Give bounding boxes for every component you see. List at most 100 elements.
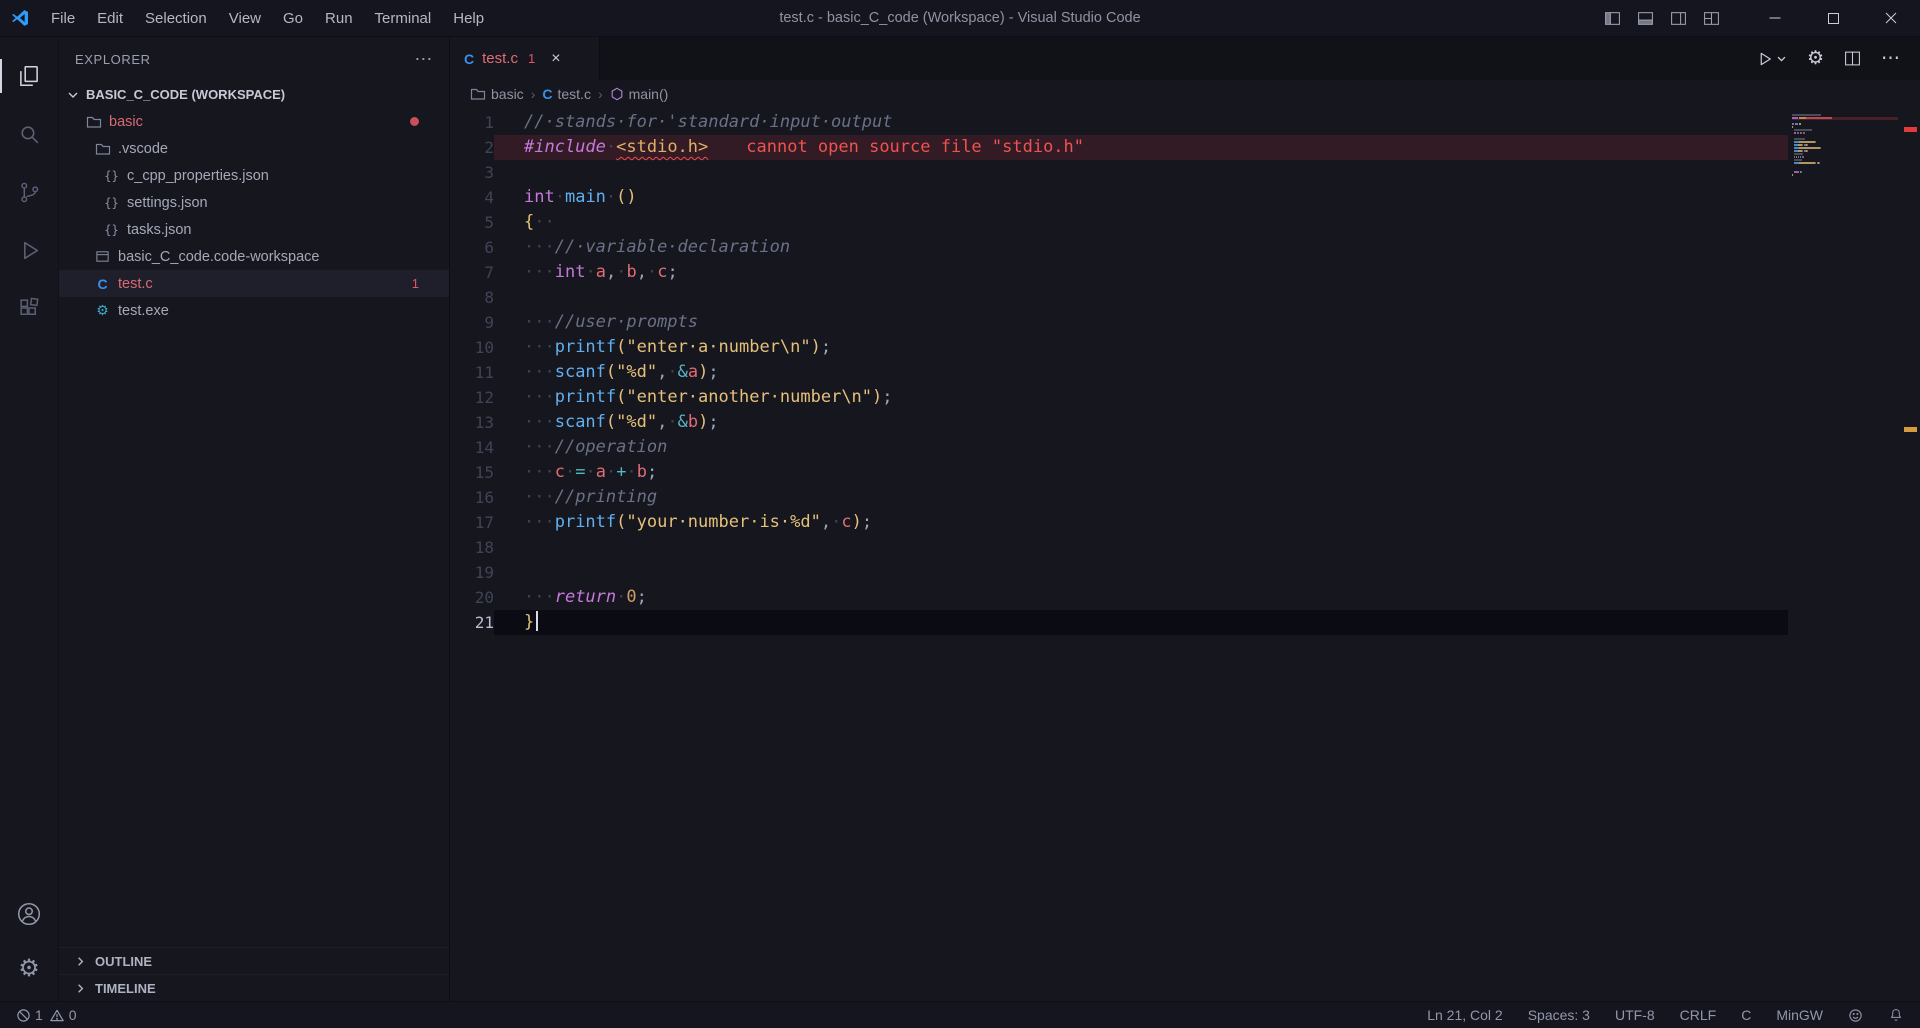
- code-line-21[interactable]: 21}: [450, 610, 1920, 635]
- toggle-panel-icon[interactable]: [1637, 10, 1654, 27]
- code-line-10[interactable]: 10···printf("enter·a·number\n");: [450, 335, 1920, 360]
- breadcrumb-testc[interactable]: Ctest.c: [542, 86, 591, 102]
- status-cursor-position[interactable]: Ln 21, Col 2: [1427, 1007, 1503, 1023]
- explorer-icon[interactable]: [0, 47, 58, 105]
- line-number: 19: [450, 560, 494, 585]
- code-line-16[interactable]: 16···//printing: [450, 485, 1920, 510]
- line-content: ···printf("your·number·is·%d",·c);: [494, 510, 1788, 535]
- code-line-8[interactable]: 8: [450, 285, 1920, 310]
- line-number: 13: [450, 410, 494, 435]
- panel-outline[interactable]: OUTLINE: [59, 947, 449, 974]
- views-more-actions-icon[interactable]: ⋯: [414, 49, 433, 70]
- split-editor-icon[interactable]: [1844, 50, 1861, 67]
- code-line-19[interactable]: 19: [450, 560, 1920, 585]
- tree-item-basic[interactable]: basic: [59, 108, 449, 135]
- status-indentation[interactable]: Spaces: 3: [1528, 1007, 1590, 1023]
- menu-go[interactable]: Go: [272, 0, 314, 36]
- line-number: 3: [450, 160, 494, 185]
- code-line-12[interactable]: 12···printf("enter·another·number\n");: [450, 385, 1920, 410]
- extensions-icon[interactable]: [0, 279, 58, 337]
- status-compiler[interactable]: MinGW: [1776, 1007, 1823, 1023]
- line-number: 1: [450, 110, 494, 135]
- folder-icon: [85, 114, 102, 130]
- menu-edit[interactable]: Edit: [86, 0, 134, 36]
- status-encoding[interactable]: UTF-8: [1615, 1007, 1655, 1023]
- close-tab-icon[interactable]: ×: [551, 50, 560, 68]
- tab-test-c[interactable]: C test.c 1 ×: [450, 37, 600, 80]
- sidebar-title: EXPLORER: [75, 52, 151, 67]
- menu-selection[interactable]: Selection: [134, 0, 218, 36]
- code-line-7[interactable]: 7···int·a,·b,·c;: [450, 260, 1920, 285]
- menu-view[interactable]: View: [218, 0, 272, 36]
- code-line-4[interactable]: 4int·main·(): [450, 185, 1920, 210]
- editor-group: C test.c 1 × ⚙ ⋯ basic›Ctest.c›main(): [450, 37, 1920, 1001]
- breadcrumb-main[interactable]: main(): [610, 86, 669, 102]
- line-number: 2: [450, 135, 494, 160]
- warning-count: 0: [69, 1007, 77, 1023]
- menu-run[interactable]: Run: [314, 0, 364, 36]
- code-line-13[interactable]: 13···scanf("%d",·&b);: [450, 410, 1920, 435]
- source-control-icon[interactable]: [0, 163, 58, 221]
- status-bar: 1 0 Ln 21, Col 2 Spaces: 3 UTF-8 CRLF C MinGW: [0, 1001, 1920, 1028]
- editor-more-actions-icon[interactable]: ⋯: [1881, 47, 1900, 70]
- menu-terminal[interactable]: Terminal: [364, 0, 443, 36]
- code-line-9[interactable]: 9···//user·prompts: [450, 310, 1920, 335]
- code-line-11[interactable]: 11···scanf("%d",·&a);: [450, 360, 1920, 385]
- settings-gear-icon[interactable]: ⚙: [18, 957, 40, 981]
- line-number: 16: [450, 485, 494, 510]
- tree-item-test.c[interactable]: Ctest.c1: [59, 270, 449, 297]
- tree-item-.vscode[interactable]: .vscode: [59, 135, 449, 162]
- minimize-button[interactable]: [1746, 0, 1804, 36]
- code-line-3[interactable]: 3: [450, 160, 1920, 185]
- run-debug-icon[interactable]: [0, 221, 58, 279]
- line-content: #include·<stdio.h>cannot open source fil…: [494, 135, 1788, 160]
- code-line-15[interactable]: 15···c·=·a·+·b;: [450, 460, 1920, 485]
- tree-item-tasks.json[interactable]: {}tasks.json: [59, 216, 449, 243]
- play-icon: [1756, 50, 1774, 68]
- tree-item-c_cpp_properties.json[interactable]: {}c_cpp_properties.json: [59, 162, 449, 189]
- customize-layout-icon[interactable]: [1703, 10, 1720, 27]
- code-editor[interactable]: 1//·stands·for·'standard·input·output2#i…: [450, 108, 1920, 1001]
- json-icon: {}: [103, 223, 120, 237]
- feedback-smiley-icon[interactable]: [1848, 1008, 1863, 1023]
- code-line-1[interactable]: 1//·stands·for·'standard·input·output: [450, 110, 1920, 135]
- tree-item-basic_C_code.code-workspace[interactable]: basic_C_code.code-workspace: [59, 243, 449, 270]
- code-line-20[interactable]: 20···return·0;: [450, 585, 1920, 610]
- toggle-sidebar-icon[interactable]: [1604, 10, 1621, 27]
- tree-item-test.exe[interactable]: ⚙test.exe: [59, 297, 449, 324]
- workspace-section-header[interactable]: BASIC_C_CODE (WORKSPACE): [59, 81, 449, 108]
- notifications-bell-icon[interactable]: [1888, 1007, 1904, 1023]
- tree-item-settings.json[interactable]: {}settings.json: [59, 189, 449, 216]
- code-line-5[interactable]: 5{··: [450, 210, 1920, 235]
- maximize-button[interactable]: [1804, 0, 1862, 36]
- line-number: 18: [450, 535, 494, 560]
- problems-indicator[interactable]: 1 0: [16, 1007, 77, 1023]
- tab-label: test.c: [482, 50, 518, 67]
- close-window-button[interactable]: [1862, 0, 1920, 36]
- line-number: 10: [450, 335, 494, 360]
- line-number: 8: [450, 285, 494, 310]
- status-eol[interactable]: CRLF: [1680, 1007, 1717, 1023]
- menu-file[interactable]: File: [40, 0, 86, 36]
- toggle-secondary-sidebar-icon[interactable]: [1670, 10, 1687, 27]
- code-line-18[interactable]: 18: [450, 535, 1920, 560]
- account-icon[interactable]: [16, 901, 42, 927]
- breadcrumb-basic[interactable]: basic: [470, 86, 524, 102]
- code-line-14[interactable]: 14···//operation: [450, 435, 1920, 460]
- code-line-17[interactable]: 17···printf("your·number·is·%d",·c);: [450, 510, 1920, 535]
- tree-item-label: test.c: [118, 276, 153, 292]
- code-line-6[interactable]: 6···//·variable·declaration: [450, 235, 1920, 260]
- breadcrumb-label: test.c: [557, 86, 590, 102]
- line-content: [494, 560, 1788, 585]
- c-icon: C: [542, 86, 552, 102]
- error-dot: [410, 117, 419, 126]
- panel-timeline[interactable]: TIMELINE: [59, 974, 449, 1001]
- tree-item-label: basic_C_code.code-workspace: [118, 249, 320, 265]
- run-file-button[interactable]: [1756, 50, 1787, 68]
- menu-help[interactable]: Help: [442, 0, 495, 36]
- editor-settings-gear-icon[interactable]: ⚙: [1807, 49, 1824, 68]
- line-number: 21: [450, 610, 494, 635]
- code-line-2[interactable]: 2#include·<stdio.h>cannot open source fi…: [450, 135, 1920, 160]
- search-icon[interactable]: [0, 105, 58, 163]
- status-language-mode[interactable]: C: [1741, 1007, 1751, 1023]
